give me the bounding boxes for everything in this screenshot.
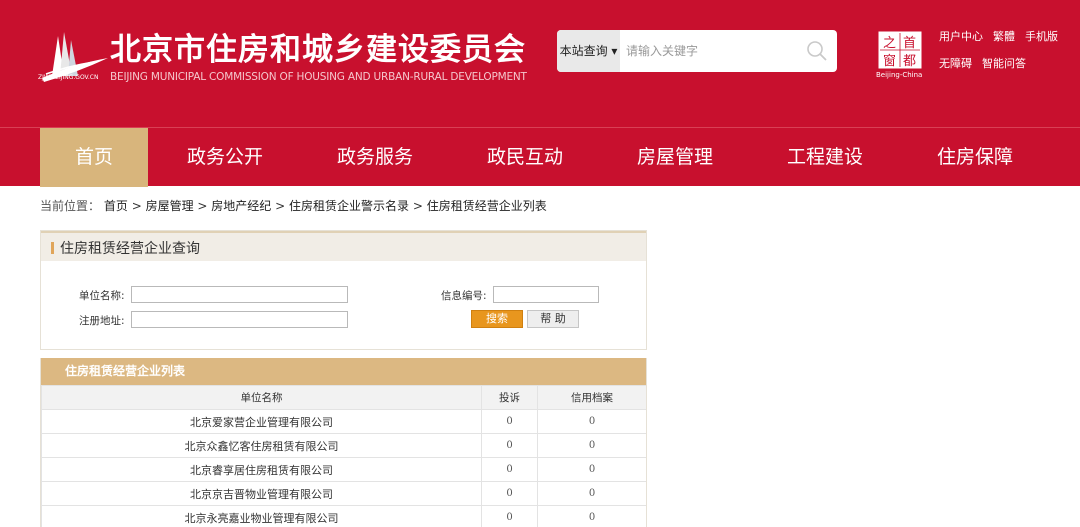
registered-address-label: 注册地址: (79, 315, 125, 327)
table-row: 北京京吉晋物业管理有限公司 0 0 (41, 481, 646, 506)
table-row: 北京永亮嘉业物业管理有限公司 0 0 (41, 505, 646, 527)
credit-file-cell[interactable]: 0 (537, 457, 646, 482)
breadcrumb-separator: > (412, 199, 427, 213)
user-center-link[interactable]: 用户中心 (939, 30, 983, 43)
site-search: 本站查询 ▾ (557, 30, 837, 72)
query-panel: 住房租赁经营企业查询 单位名称: 信息编号: 注册地址: 搜索 帮 助 (40, 230, 647, 350)
table-row: 北京睿享居住房租赁有限公司 0 0 (41, 457, 646, 482)
help-button[interactable]: 帮 助 (527, 310, 579, 328)
unit-name-cell[interactable]: 北京爱家营企业管理有限公司 (41, 409, 482, 434)
credit-file-cell[interactable]: 0 (537, 433, 646, 458)
site-header: ZJW.BEIJING.GOV.CN 北京市住房和城乡建设委员会 BEIJING… (0, 0, 1080, 127)
nav-item-government-services[interactable]: 政务服务 (320, 128, 430, 187)
seal-caption: Beijing-China (876, 71, 923, 79)
title-accent-bar (51, 242, 54, 254)
query-panel-title: 住房租赁经营企业查询 (60, 241, 200, 257)
unit-name-cell[interactable]: 北京永亮嘉业物业管理有限公司 (41, 505, 482, 527)
column-header-credit-file: 信用档案 (537, 385, 646, 410)
seal-char: 首 (903, 36, 916, 51)
breadcrumb-item-housing-management[interactable]: 房屋管理 (146, 199, 194, 213)
info-number-label: 信息编号: (441, 290, 487, 302)
nav-item-housing-management[interactable]: 房屋管理 (620, 128, 730, 187)
column-header-unit-name: 单位名称 (41, 385, 482, 410)
enterprise-list-title: 住房租赁经营企业列表 (41, 358, 646, 385)
query-panel-header: 住房租赁经营企业查询 (41, 231, 646, 261)
search-input[interactable] (620, 30, 800, 72)
site-subtitle: BEIJING MUNICIPAL COMMISSION OF HOUSING … (110, 71, 527, 83)
complaints-cell[interactable]: 0 (481, 409, 538, 434)
table-row: 北京爱家营企业管理有限公司 0 0 (41, 409, 646, 434)
nav-item-home[interactable]: 首页 (40, 128, 148, 187)
unit-name-input[interactable] (131, 286, 348, 303)
breadcrumb-separator: > (131, 199, 146, 213)
credit-file-cell[interactable]: 0 (537, 481, 646, 506)
breadcrumb-separator: > (275, 199, 289, 213)
complaints-cell[interactable]: 0 (481, 457, 538, 482)
complaints-cell[interactable]: 0 (481, 505, 538, 527)
unit-name-cell[interactable]: 北京京吉晋物业管理有限公司 (41, 481, 482, 506)
seal-char: 都 (903, 54, 916, 69)
registered-address-input[interactable] (131, 311, 348, 328)
breadcrumb: 当前位置： 首页 > 房屋管理 > 房地产经纪 > 住房租赁企业警示名录 > 住… (40, 197, 547, 214)
credit-file-cell[interactable]: 0 (537, 409, 646, 434)
nav-item-public-interaction[interactable]: 政民互动 (470, 128, 580, 187)
search-icon[interactable] (805, 39, 829, 63)
info-number-input[interactable] (493, 286, 599, 303)
search-scope-dropdown[interactable]: 本站查询 ▾ (557, 30, 620, 72)
table-header-row: 单位名称 投诉 信用档案 (41, 385, 646, 410)
logo-url-text: ZJW.BEIJING.GOV.CN (38, 74, 99, 81)
breadcrumb-label: 当前位置： (40, 199, 101, 213)
enterprise-table: 单位名称 投诉 信用档案 北京爱家营企业管理有限公司 0 0 北京众鑫忆客住房租… (41, 385, 646, 527)
column-header-complaints: 投诉 (481, 385, 538, 410)
seal-char: 窗 (883, 53, 896, 69)
nav-item-government-affairs[interactable]: 政务公开 (170, 128, 280, 187)
mobile-version-link[interactable]: 手机版 (1025, 30, 1058, 43)
traditional-chinese-link[interactable]: 繁體 (993, 30, 1015, 43)
accessibility-link[interactable]: 无障碍 (939, 57, 972, 70)
unit-name-cell[interactable]: 北京睿享居住房租赁有限公司 (41, 457, 482, 482)
unit-name-cell[interactable]: 北京众鑫忆客住房租赁有限公司 (41, 433, 482, 458)
nav-item-construction[interactable]: 工程建设 (770, 128, 880, 187)
smart-qa-link[interactable]: 智能问答 (982, 57, 1026, 70)
unit-name-label: 单位名称: (79, 290, 125, 302)
table-row: 北京众鑫忆客住房租赁有限公司 0 0 (41, 433, 646, 458)
enterprise-list: 住房租赁经营企业列表 单位名称 投诉 信用档案 北京爱家营企业管理有限公司 0 … (40, 358, 647, 527)
credit-file-cell[interactable]: 0 (537, 505, 646, 527)
breadcrumb-separator: > (197, 199, 212, 213)
search-button[interactable]: 搜索 (471, 310, 523, 328)
breadcrumb-item-real-estate-brokerage[interactable]: 房地产经纪 (211, 199, 271, 213)
complaints-cell[interactable]: 0 (481, 481, 538, 506)
seal-char: 之 (883, 36, 896, 51)
breadcrumb-item-current[interactable]: 住房租赁经营企业列表 (427, 199, 547, 213)
breadcrumb-item-warning-list[interactable]: 住房租赁企业警示名录 (289, 199, 409, 213)
nav-item-housing-security[interactable]: 住房保障 (920, 128, 1030, 187)
site-title[interactable]: 北京市住房和城乡建设委员会 (110, 24, 526, 69)
main-nav: 首页 政务公开 政务服务 政民互动 房屋管理 工程建设 住房保障 (0, 127, 1080, 187)
complaints-cell[interactable]: 0 (481, 433, 538, 458)
breadcrumb-item-home[interactable]: 首页 (104, 199, 128, 213)
